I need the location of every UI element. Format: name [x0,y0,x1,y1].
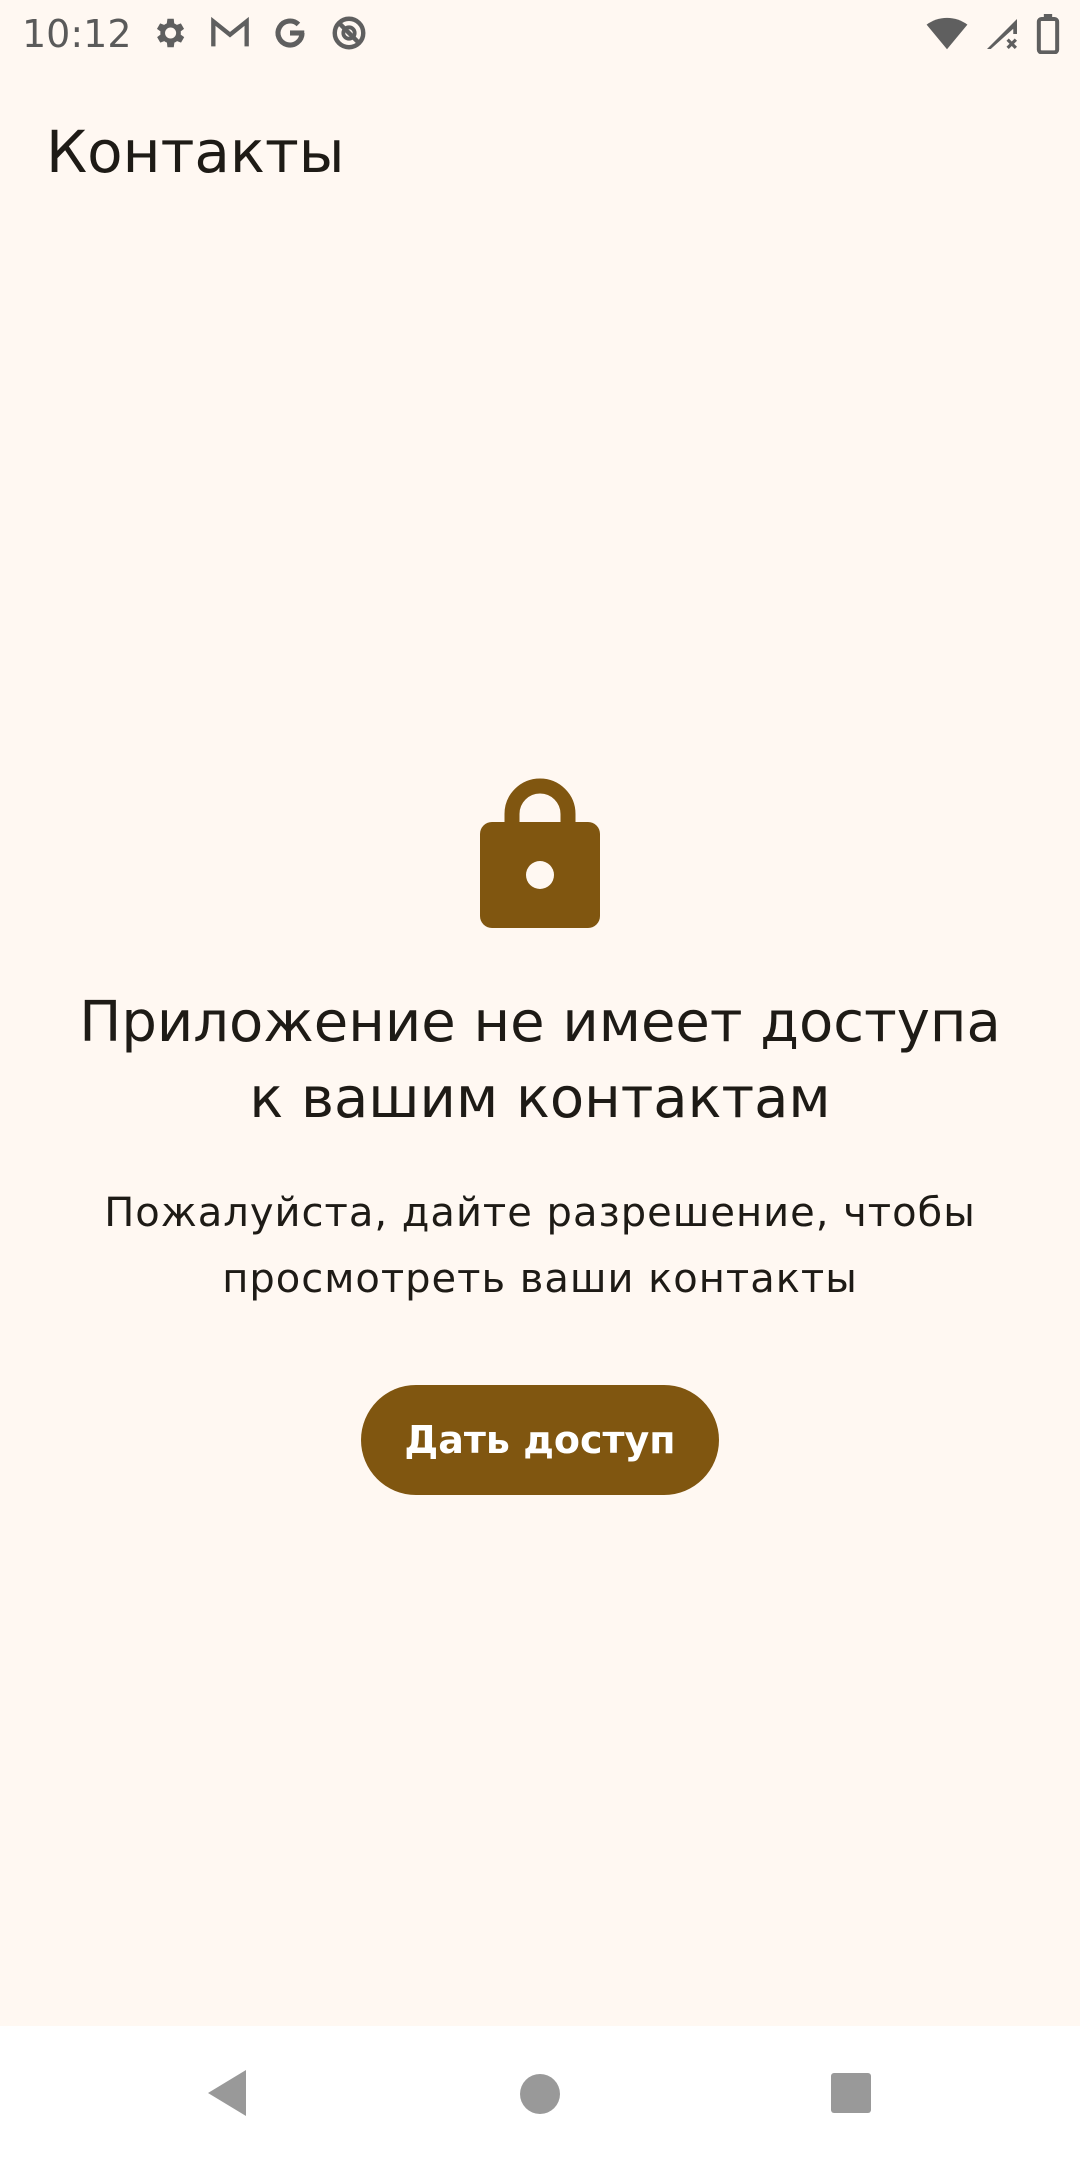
recents-icon[interactable] [830,2072,872,2119]
notification-icons [150,14,368,52]
wifi-icon [926,17,968,51]
grant-access-button[interactable]: Дать доступ [361,1385,719,1495]
no-disturb-icon [330,14,368,52]
status-bar: 10:12 [0,0,1080,66]
cell-signal-icon [984,16,1020,52]
battery-icon [1036,14,1060,54]
navigation-bar [0,2026,1080,2160]
permission-message: Пожалуйста, дайте разрешение, чтобы прос… [104,1190,976,1302]
back-icon[interactable] [204,2068,248,2123]
status-time: 10:12 [22,12,132,56]
system-icons [926,14,1060,54]
gear-icon [150,14,188,52]
permission-headline: Приложение не имеет доступа к вашим конт… [79,990,1001,1131]
page-title: Контакты [46,118,345,186]
google-icon [272,15,308,51]
gmail-icon [210,16,250,50]
home-icon[interactable] [518,2072,562,2121]
lock-icon [480,770,600,928]
